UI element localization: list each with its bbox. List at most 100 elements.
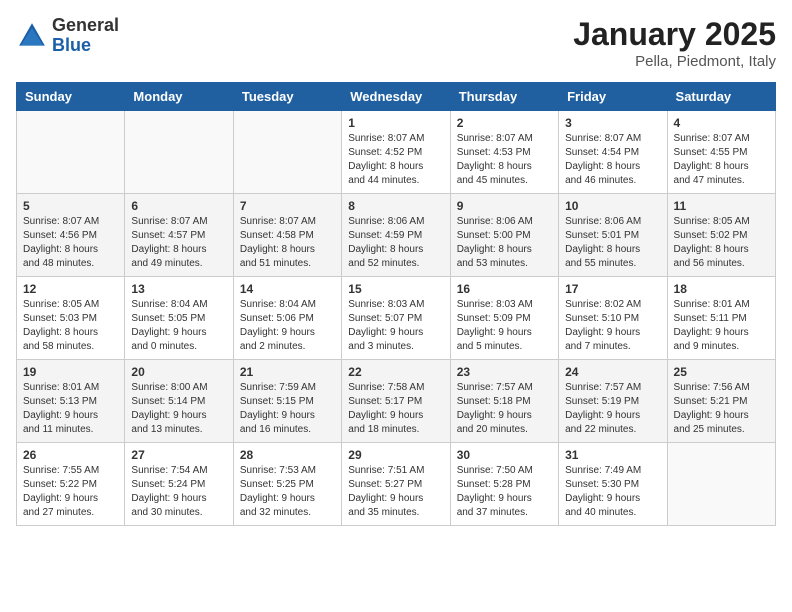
calendar-cell: 20Sunrise: 8:00 AM Sunset: 5:14 PM Dayli… — [125, 360, 233, 443]
logo-icon — [16, 20, 48, 52]
calendar-cell: 26 Sunrise: 7:55 AM Sunset: 5:22 PM Dayli… — [17, 443, 125, 526]
calendar-cell: 16Sunrise: 8:03 AM Sunset: 5:09 PM Dayli… — [450, 277, 558, 360]
day-info: Sunrise: 7:53 AM Sunset: 5:25 PM Dayligh… — [240, 464, 335, 520]
calendar-cell: 1Sunrise: 8:07 AM Sunset: 4:52 PM Daylig… — [342, 111, 450, 194]
calendar-cell: 23 Sunrise: 7:57 AM Sunset: 5:18 PM Dayli… — [450, 360, 558, 443]
calendar-cell: 12 Sunrise: 8:05 AM Sunset: 5:03 PM Dayli… — [17, 277, 125, 360]
calendar-cell: 8 Sunrise: 8:06 AM Sunset: 4:59 PM Daylig… — [342, 194, 450, 277]
calendar-cell: 18 Sunrise: 8:01 AM Sunset: 5:11 PM Dayli… — [667, 277, 775, 360]
calendar-cell: 3Sunrise: 8:07 AM Sunset: 4:54 PM Daylig… — [559, 111, 667, 194]
day-number: 23 — [457, 365, 552, 379]
calendar-week-row: 1Sunrise: 8:07 AM Sunset: 4:52 PM Daylig… — [17, 111, 776, 194]
day-info: Sunrise: 8:06 AM Sunset: 5:00 PM Dayligh… — [457, 215, 552, 271]
day-info: Sunrise: 7:54 AM Sunset: 5:24 PM Dayligh… — [131, 464, 226, 520]
calendar-cell: 30 Sunrise: 7:50 AM Sunset: 5:28 PM Dayli… — [450, 443, 558, 526]
calendar-cell: 17Sunrise: 8:02 AM Sunset: 5:10 PM Dayli… — [559, 277, 667, 360]
calendar-cell: 21 Sunrise: 7:59 AM Sunset: 5:15 PM Dayli… — [233, 360, 341, 443]
calendar-cell: 13Sunrise: 8:04 AM Sunset: 5:05 PM Dayli… — [125, 277, 233, 360]
calendar-cell: 7 Sunrise: 8:07 AM Sunset: 4:58 PM Daylig… — [233, 194, 341, 277]
day-number: 19 — [23, 365, 118, 379]
title-block: January 2025 Pella, Piedmont, Italy — [573, 16, 776, 70]
day-info: Sunrise: 7:49 AM Sunset: 5:30 PM Dayligh… — [565, 464, 660, 520]
day-number: 18 — [674, 282, 769, 296]
day-number: 27 — [131, 448, 226, 462]
day-number: 26 — [23, 448, 118, 462]
calendar-cell: 14 Sunrise: 8:04 AM Sunset: 5:06 PM Dayli… — [233, 277, 341, 360]
day-info: Sunrise: 8:01 AM Sunset: 5:11 PM Dayligh… — [674, 298, 769, 354]
weekday-header: Friday — [559, 83, 667, 111]
logo: General Blue — [16, 16, 119, 56]
day-info: Sunrise: 8:01 AM Sunset: 5:13 PM Dayligh… — [23, 381, 118, 437]
calendar-cell: 27 Sunrise: 7:54 AM Sunset: 5:24 PM Dayli… — [125, 443, 233, 526]
weekday-header: Thursday — [450, 83, 558, 111]
day-number: 8 — [348, 199, 443, 213]
logo-text: General Blue — [52, 16, 119, 56]
day-info: Sunrise: 7:50 AM Sunset: 5:28 PM Dayligh… — [457, 464, 552, 520]
day-number: 5 — [23, 199, 118, 213]
day-number: 7 — [240, 199, 335, 213]
calendar-subtitle: Pella, Piedmont, Italy — [573, 53, 776, 70]
day-info: Sunrise: 8:07 AM Sunset: 4:55 PM Dayligh… — [674, 132, 769, 188]
day-number: 21 — [240, 365, 335, 379]
weekday-header: Saturday — [667, 83, 775, 111]
day-info: Sunrise: 8:07 AM Sunset: 4:56 PM Dayligh… — [23, 215, 118, 271]
calendar-cell: 25Sunrise: 7:56 AM Sunset: 5:21 PM Dayli… — [667, 360, 775, 443]
calendar-cell: 10Sunrise: 8:06 AM Sunset: 5:01 PM Dayli… — [559, 194, 667, 277]
calendar-cell: 15Sunrise: 8:03 AM Sunset: 5:07 PM Dayli… — [342, 277, 450, 360]
calendar-cell: 5 Sunrise: 8:07 AM Sunset: 4:56 PM Daylig… — [17, 194, 125, 277]
day-info: Sunrise: 8:06 AM Sunset: 5:01 PM Dayligh… — [565, 215, 660, 271]
day-number: 25 — [674, 365, 769, 379]
day-number: 29 — [348, 448, 443, 462]
calendar-cell: 19 Sunrise: 8:01 AM Sunset: 5:13 PM Dayli… — [17, 360, 125, 443]
day-number: 30 — [457, 448, 552, 462]
day-number: 4 — [674, 116, 769, 130]
calendar-cell: 2 Sunrise: 8:07 AM Sunset: 4:53 PM Daylig… — [450, 111, 558, 194]
calendar-week-row: 19 Sunrise: 8:01 AM Sunset: 5:13 PM Dayli… — [17, 360, 776, 443]
day-number: 15 — [348, 282, 443, 296]
day-number: 31 — [565, 448, 660, 462]
calendar-week-row: 12 Sunrise: 8:05 AM Sunset: 5:03 PM Dayli… — [17, 277, 776, 360]
weekday-header-row: SundayMondayTuesdayWednesdayThursdayFrid… — [17, 83, 776, 111]
calendar-week-row: 5 Sunrise: 8:07 AM Sunset: 4:56 PM Daylig… — [17, 194, 776, 277]
calendar-cell: 29 Sunrise: 7:51 AM Sunset: 5:27 PM Dayli… — [342, 443, 450, 526]
calendar-cell: 11 Sunrise: 8:05 AM Sunset: 5:02 PM Dayli… — [667, 194, 775, 277]
calendar-cell: 9Sunrise: 8:06 AM Sunset: 5:00 PM Daylig… — [450, 194, 558, 277]
day-info: Sunrise: 8:07 AM Sunset: 4:53 PM Dayligh… — [457, 132, 552, 188]
day-info: Sunrise: 8:05 AM Sunset: 5:03 PM Dayligh… — [23, 298, 118, 354]
day-info: Sunrise: 7:55 AM Sunset: 5:22 PM Dayligh… — [23, 464, 118, 520]
day-info: Sunrise: 8:07 AM Sunset: 4:58 PM Dayligh… — [240, 215, 335, 271]
day-info: Sunrise: 8:07 AM Sunset: 4:54 PM Dayligh… — [565, 132, 660, 188]
calendar-cell — [667, 443, 775, 526]
day-info: Sunrise: 8:05 AM Sunset: 5:02 PM Dayligh… — [674, 215, 769, 271]
day-number: 2 — [457, 116, 552, 130]
day-info: Sunrise: 7:51 AM Sunset: 5:27 PM Dayligh… — [348, 464, 443, 520]
day-info: Sunrise: 7:57 AM Sunset: 5:18 PM Dayligh… — [457, 381, 552, 437]
calendar-cell: 24 Sunrise: 7:57 AM Sunset: 5:19 PM Dayli… — [559, 360, 667, 443]
day-info: Sunrise: 8:06 AM Sunset: 4:59 PM Dayligh… — [348, 215, 443, 271]
day-info: Sunrise: 7:59 AM Sunset: 5:15 PM Dayligh… — [240, 381, 335, 437]
day-number: 13 — [131, 282, 226, 296]
day-number: 24 — [565, 365, 660, 379]
calendar-cell — [17, 111, 125, 194]
weekday-header: Tuesday — [233, 83, 341, 111]
calendar-cell: 22Sunrise: 7:58 AM Sunset: 5:17 PM Dayli… — [342, 360, 450, 443]
day-number: 6 — [131, 199, 226, 213]
day-info: Sunrise: 8:07 AM Sunset: 4:52 PM Dayligh… — [348, 132, 443, 188]
day-number: 12 — [23, 282, 118, 296]
day-info: Sunrise: 8:00 AM Sunset: 5:14 PM Dayligh… — [131, 381, 226, 437]
day-number: 14 — [240, 282, 335, 296]
day-info: Sunrise: 7:57 AM Sunset: 5:19 PM Dayligh… — [565, 381, 660, 437]
calendar-cell: 6 Sunrise: 8:07 AM Sunset: 4:57 PM Daylig… — [125, 194, 233, 277]
weekday-header: Wednesday — [342, 83, 450, 111]
day-number: 11 — [674, 199, 769, 213]
day-number: 22 — [348, 365, 443, 379]
calendar-title: January 2025 — [573, 16, 776, 53]
calendar-cell — [233, 111, 341, 194]
day-info: Sunrise: 8:07 AM Sunset: 4:57 PM Dayligh… — [131, 215, 226, 271]
day-number: 28 — [240, 448, 335, 462]
calendar-table: SundayMondayTuesdayWednesdayThursdayFrid… — [16, 82, 776, 526]
calendar-cell: 28 Sunrise: 7:53 AM Sunset: 5:25 PM Dayli… — [233, 443, 341, 526]
day-info: Sunrise: 8:04 AM Sunset: 5:06 PM Dayligh… — [240, 298, 335, 354]
calendar-cell — [125, 111, 233, 194]
day-info: Sunrise: 8:03 AM Sunset: 5:09 PM Dayligh… — [457, 298, 552, 354]
